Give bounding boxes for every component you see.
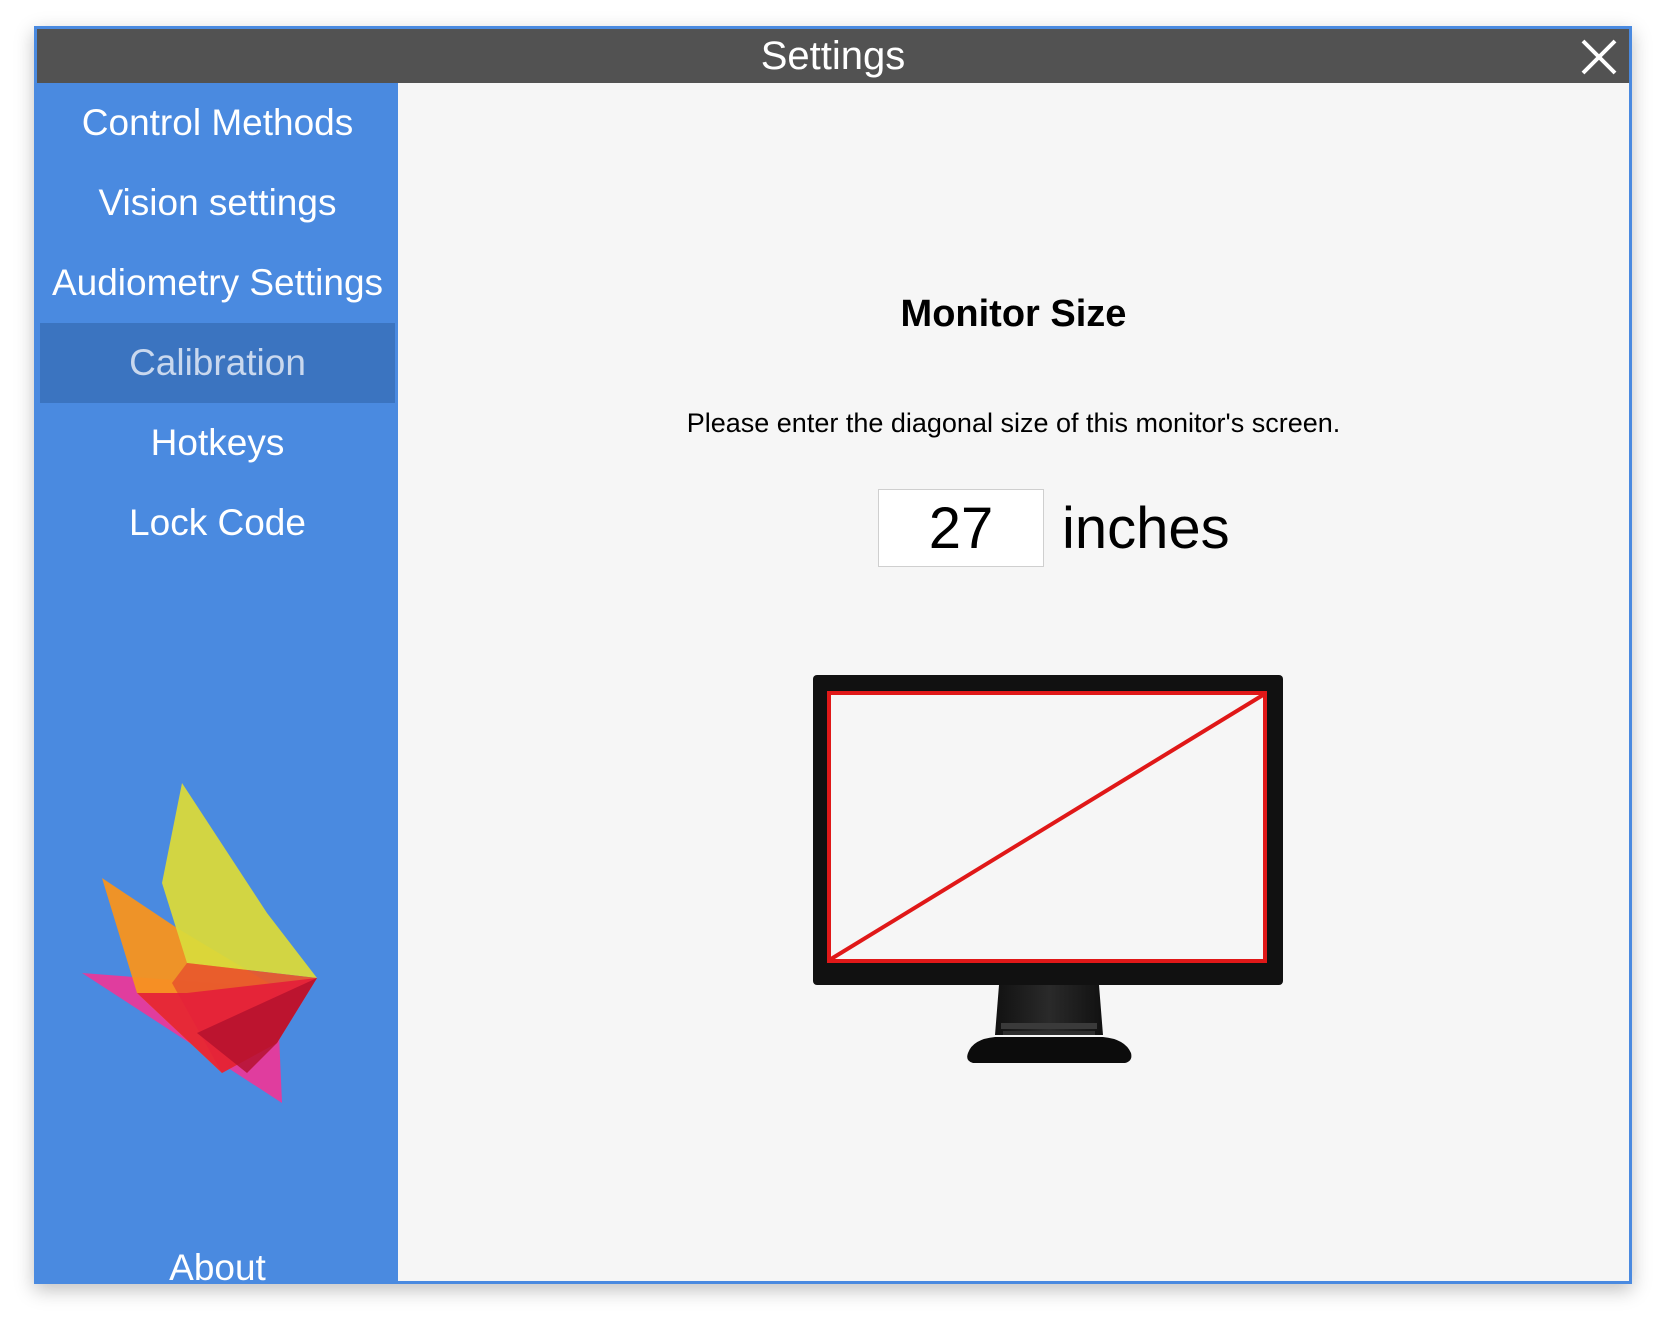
sidebar-item-control-methods[interactable]: Control Methods	[40, 83, 395, 163]
sidebar-item-label: Calibration	[129, 342, 306, 383]
sidebar-item-label: Lock Code	[129, 502, 306, 543]
sidebar-item-label: Audiometry Settings	[51, 262, 384, 303]
unit-label: inches	[1062, 495, 1230, 561]
title-bar: Settings	[37, 29, 1629, 83]
monitor-size-input[interactable]	[878, 489, 1044, 567]
sidebar-item-hotkeys[interactable]: Hotkeys	[40, 403, 395, 483]
app-logo	[82, 783, 317, 1103]
sidebar-item-calibration[interactable]: Calibration	[40, 323, 395, 403]
monitor-illustration	[813, 675, 1283, 1063]
main-panel: Monitor Size Please enter the diagonal s…	[398, 83, 1629, 1281]
sidebar-item-label: Vision settings	[98, 182, 337, 223]
sidebar-item-label: About	[169, 1247, 266, 1284]
sidebar-item-about[interactable]: About	[40, 1233, 395, 1284]
sidebar: Control Methods Vision settings Audiomet…	[37, 83, 398, 1281]
page-title: Monitor Size	[900, 293, 1127, 335]
sidebar-item-lock-code[interactable]: Lock Code	[40, 483, 395, 563]
window-title: Settings	[760, 33, 906, 78]
sidebar-item-audiometry-settings[interactable]: Audiometry Settings	[40, 243, 395, 323]
monitor-base	[967, 1037, 1132, 1063]
size-row: inches	[878, 488, 1230, 568]
sidebar-item-label: Hotkeys	[150, 422, 285, 463]
settings-window: Settings Control Methods Vision settings…	[34, 26, 1632, 1284]
sidebar-item-vision-settings[interactable]: Vision settings	[40, 163, 395, 243]
instruction-text: Please enter the diagonal size of this m…	[686, 408, 1341, 438]
close-icon[interactable]	[1577, 35, 1621, 79]
sidebar-item-label: Control Methods	[81, 102, 354, 143]
